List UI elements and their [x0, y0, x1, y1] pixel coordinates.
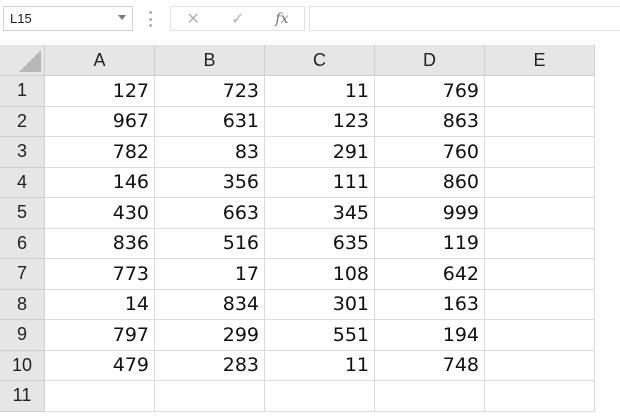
cell-e4[interactable] — [485, 167, 595, 198]
cell-a2[interactable]: 967 — [45, 106, 155, 137]
cell-c6[interactable]: 635 — [265, 228, 375, 259]
cell-e11[interactable] — [485, 381, 595, 412]
cell-a11[interactable] — [45, 381, 155, 412]
row-header[interactable]: 6 — [0, 228, 45, 259]
row-header[interactable]: 8 — [0, 289, 45, 320]
grip-icon[interactable] — [148, 11, 152, 27]
cell-d8[interactable]: 163 — [375, 289, 485, 320]
table-row: 5 430 663 345 999 — [0, 198, 595, 229]
cell-e8[interactable] — [485, 289, 595, 320]
cell-c5[interactable]: 345 — [265, 198, 375, 229]
table-row: 3 782 83 291 760 — [0, 137, 595, 168]
cell-c9[interactable]: 551 — [265, 320, 375, 351]
cell-e5[interactable] — [485, 198, 595, 229]
cell-d10[interactable]: 748 — [375, 350, 485, 381]
cell-a8[interactable]: 14 — [45, 289, 155, 320]
cell-b8[interactable]: 834 — [155, 289, 265, 320]
cell-d7[interactable]: 642 — [375, 259, 485, 290]
row-header[interactable]: 2 — [0, 106, 45, 137]
cell-e6[interactable] — [485, 228, 595, 259]
cell-e10[interactable] — [485, 350, 595, 381]
cell-c7[interactable]: 108 — [265, 259, 375, 290]
column-header-b[interactable]: B — [155, 45, 265, 76]
cell-c8[interactable]: 301 — [265, 289, 375, 320]
row-header[interactable]: 1 — [0, 76, 45, 107]
cell-d2[interactable]: 863 — [375, 106, 485, 137]
cell-b11[interactable] — [155, 381, 265, 412]
cell-c4[interactable]: 111 — [265, 167, 375, 198]
table-row: 10 479 283 11 748 — [0, 350, 595, 381]
cell-a7[interactable]: 773 — [45, 259, 155, 290]
row-header[interactable]: 4 — [0, 167, 45, 198]
cell-a5[interactable]: 430 — [45, 198, 155, 229]
row-header[interactable]: 3 — [0, 137, 45, 168]
table-row: 6 836 516 635 119 — [0, 228, 595, 259]
table-row: 2 967 631 123 863 — [0, 106, 595, 137]
cell-e1[interactable] — [485, 76, 595, 107]
column-header-e[interactable]: E — [485, 45, 595, 76]
cell-a10[interactable]: 479 — [45, 350, 155, 381]
table-row: 11 — [0, 381, 595, 412]
worksheet-rows: 1 127 723 11 769 2 967 631 123 863 3 782 83 291 760 4 14… — [0, 76, 595, 412]
cell-a6[interactable]: 836 — [45, 228, 155, 259]
cell-a9[interactable]: 797 — [45, 320, 155, 351]
table-row: 7 773 17 108 642 — [0, 259, 595, 290]
row-header[interactable]: 7 — [0, 259, 45, 290]
cell-b4[interactable]: 356 — [155, 167, 265, 198]
table-row: 9 797 299 551 194 — [0, 320, 595, 351]
cell-c11[interactable] — [265, 381, 375, 412]
column-header-a[interactable]: A — [45, 45, 155, 76]
select-all-button[interactable] — [0, 45, 45, 76]
cell-b2[interactable]: 631 — [155, 106, 265, 137]
cell-a4[interactable]: 146 — [45, 167, 155, 198]
cell-d1[interactable]: 769 — [375, 76, 485, 107]
table-row: 1 127 723 11 769 — [0, 76, 595, 107]
cell-d5[interactable]: 999 — [375, 198, 485, 229]
row-header[interactable]: 5 — [0, 198, 45, 229]
cell-b1[interactable]: 723 — [155, 76, 265, 107]
cell-e7[interactable] — [485, 259, 595, 290]
select-all-icon — [19, 50, 41, 72]
cell-b6[interactable]: 516 — [155, 228, 265, 259]
worksheet-grid: ABCDE 1 127 723 11 769 2 967 631 123 863 3 782 83 291… — [0, 45, 620, 416]
cell-b9[interactable]: 299 — [155, 320, 265, 351]
cell-a3[interactable]: 782 — [45, 137, 155, 168]
cell-c1[interactable]: 11 — [265, 76, 375, 107]
cell-d9[interactable]: 194 — [375, 320, 485, 351]
cell-a1[interactable]: 127 — [45, 76, 155, 107]
row-header[interactable]: 10 — [0, 350, 45, 381]
cell-d11[interactable] — [375, 381, 485, 412]
table-row: 4 146 356 111 860 — [0, 167, 595, 198]
cell-b5[interactable]: 663 — [155, 198, 265, 229]
column-header-c[interactable]: C — [265, 45, 375, 76]
cell-e9[interactable] — [485, 320, 595, 351]
cancel-icon[interactable]: ✕ — [187, 9, 200, 29]
cell-c3[interactable]: 291 — [265, 137, 375, 168]
cell-d4[interactable]: 860 — [375, 167, 485, 198]
cell-e3[interactable] — [485, 137, 595, 168]
cell-c2[interactable]: 123 — [265, 106, 375, 137]
cell-d3[interactable]: 760 — [375, 137, 485, 168]
cell-b3[interactable]: 83 — [155, 137, 265, 168]
formula-bar: L15 ✕ ✓ fx — [0, 0, 620, 44]
spreadsheet-app: L15 ✕ ✓ fx ABCDE 1 127 723 11 769 2 967 631 123 8… — [0, 0, 620, 416]
row-header[interactable]: 11 — [0, 381, 45, 412]
enter-icon[interactable]: ✓ — [231, 9, 244, 29]
cell-b7[interactable]: 17 — [155, 259, 265, 290]
cell-d6[interactable]: 119 — [375, 228, 485, 259]
cell-e2[interactable] — [485, 106, 595, 137]
cell-b10[interactable]: 283 — [155, 350, 265, 381]
formula-input[interactable] — [309, 6, 620, 31]
table-row: 8 14 834 301 163 — [0, 289, 595, 320]
name-box-value: L15 — [10, 11, 32, 26]
name-box[interactable]: L15 — [3, 6, 133, 31]
row-header[interactable]: 9 — [0, 320, 45, 351]
cell-c10[interactable]: 11 — [265, 350, 375, 381]
column-header-d[interactable]: D — [375, 45, 485, 76]
insert-function-icon[interactable]: fx — [275, 11, 288, 27]
chevron-down-icon[interactable] — [118, 15, 126, 20]
column-headers: ABCDE — [45, 45, 595, 76]
formula-buttons: ✕ ✓ fx — [170, 6, 305, 31]
